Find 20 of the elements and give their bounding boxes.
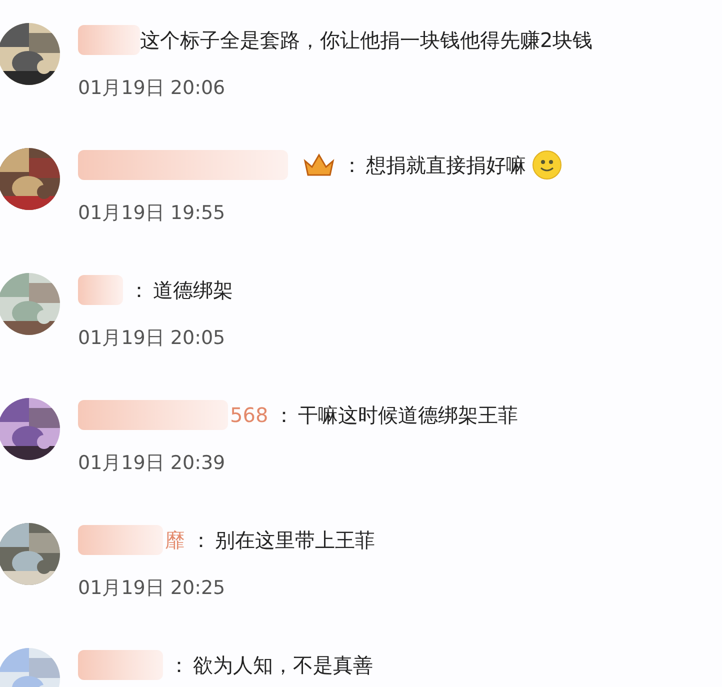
username[interactable]: 568 xyxy=(230,403,268,427)
comment-text: 别在这里带上王菲 xyxy=(215,526,375,554)
timestamp: 01月19日 20:05 xyxy=(78,326,226,351)
username[interactable]: 靡 xyxy=(165,526,185,554)
comment-text: 欲为人知，不是真善 xyxy=(193,652,373,678)
colon: ： xyxy=(129,276,149,304)
timestamp: 01月19日 20:25 xyxy=(78,576,226,601)
timestamp: 01月19日 19:55 xyxy=(78,201,226,226)
blurred-username xyxy=(78,25,140,55)
timestamp: 01月19日 20:06 xyxy=(78,76,226,101)
colon: ： xyxy=(342,152,362,178)
comment-text: 这个标子全是套路，你让他捐一块钱他得先赚2块钱 xyxy=(140,26,593,54)
colon: ： xyxy=(191,526,211,554)
timestamp: 01月19日 20:39 xyxy=(78,451,226,476)
colon: ： xyxy=(274,402,294,428)
comment-text: 想捐就直接捐好嘛 xyxy=(366,152,526,178)
blurred-username xyxy=(78,275,123,305)
comment-text: 干嘛这时候道德绑架王菲 xyxy=(298,402,518,428)
comment-text: 道德绑架 xyxy=(153,276,233,304)
colon: ： xyxy=(169,652,189,678)
